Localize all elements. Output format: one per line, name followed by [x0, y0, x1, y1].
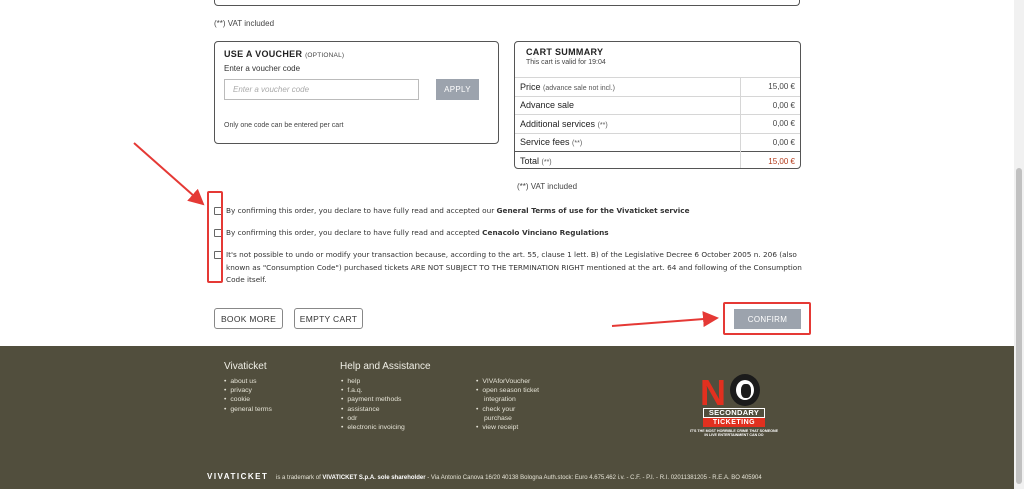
- footer-col2-title: Help and Assistance: [340, 361, 431, 372]
- confirm-highlight-box: CONFIRM: [723, 302, 811, 335]
- footer-link-season-ticket[interactable]: open season ticket: [476, 386, 539, 395]
- footer-link-general-terms[interactable]: general terms: [224, 405, 272, 414]
- site-footer: Vivaticket about us privacy cookie gener…: [0, 346, 1014, 489]
- footer-link-check-purchase[interactable]: check your: [476, 405, 539, 414]
- confirm-button[interactable]: CONFIRM: [734, 309, 801, 329]
- checkout-page: (**) VAT included USE A VOUCHER (OPTIONA…: [0, 0, 1014, 489]
- footer-link-cookie[interactable]: cookie: [224, 395, 272, 404]
- footer-link-about-us[interactable]: about us: [224, 377, 272, 386]
- footer-link-help[interactable]: help: [341, 377, 405, 386]
- footer-col1-title: Vivaticket: [224, 361, 267, 372]
- arrow-to-checkboxes: [133, 142, 205, 206]
- footer-legal: VIVATICKET is a trademark of VIVATICKET …: [207, 472, 762, 481]
- footer-link-vivaforvoucher[interactable]: VIVAforVoucher: [476, 377, 539, 386]
- footer-link-electronic-invoicing[interactable]: electronic invoicing: [341, 423, 404, 432]
- footer-link-odr[interactable]: odr: [341, 414, 405, 423]
- footer-col2-links: help f.a.q. payment methods assistance o…: [341, 377, 405, 432]
- footer-brand: VIVATICKET: [207, 472, 269, 481]
- empty-cart-button[interactable]: EMPTY CART: [294, 308, 363, 329]
- book-more-button[interactable]: BOOK MORE: [214, 308, 283, 329]
- footer-link-faq[interactable]: f.a.q.: [341, 386, 405, 395]
- footer-link-season-ticket-cont[interactable]: integration: [476, 395, 539, 404]
- footer-link-assistance[interactable]: assistance: [341, 405, 405, 414]
- footer-link-privacy[interactable]: privacy: [224, 386, 272, 395]
- footer-col3-links: VIVAforVoucher open season ticket integr…: [476, 377, 539, 432]
- arrow-to-confirm: [611, 311, 719, 328]
- face-icon: [730, 374, 760, 406]
- footer-link-view-receipt[interactable]: view receipt: [476, 423, 539, 432]
- footer-link-payment-methods[interactable]: payment methods: [341, 395, 405, 404]
- footer-col1-links: about us privacy cookie general terms: [224, 377, 272, 414]
- scrollbar-thumb[interactable]: [1016, 168, 1022, 484]
- footer-link-check-purchase-cont[interactable]: purchase: [476, 414, 539, 423]
- page-scrollbar[interactable]: [1014, 0, 1024, 489]
- no-secondary-ticketing-logo: N SECONDARY TICKETING IT'S THE MOST HORR…: [689, 372, 779, 438]
